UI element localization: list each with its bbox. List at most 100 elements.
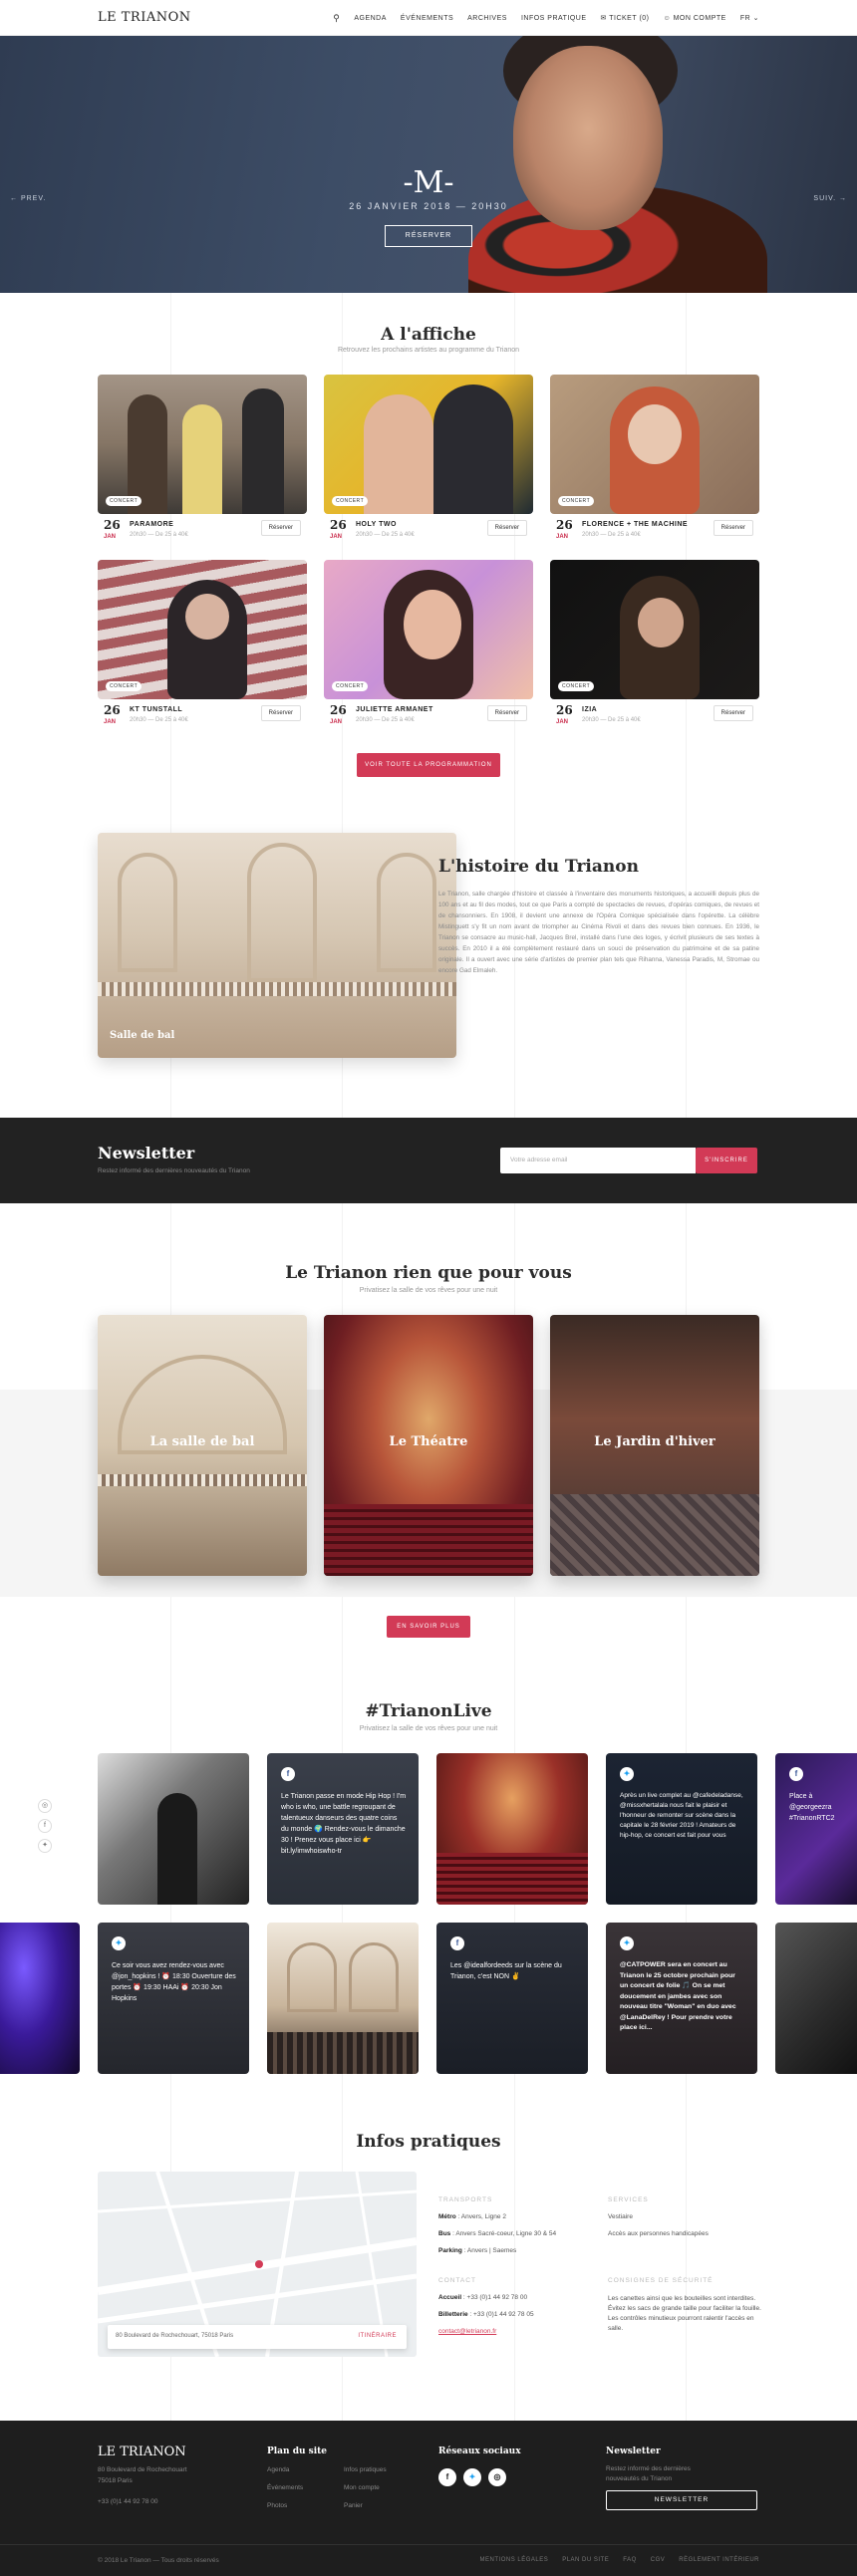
twitter-icon[interactable]: ✦ xyxy=(38,1839,52,1853)
event-meta: 20h30 — De 25 à 40€ xyxy=(130,532,188,538)
event-name[interactable]: FLORENCE + THE MACHINE xyxy=(582,521,688,528)
newsletter-email-input[interactable]: Votre adresse email xyxy=(500,1148,696,1173)
book-button[interactable]: Réserver xyxy=(713,705,753,721)
live-photo-tile[interactable] xyxy=(267,1923,419,2074)
event-month: JAN xyxy=(556,534,569,540)
parking-value: : Anvers | Saemes xyxy=(461,2247,517,2254)
book-button[interactable]: Réserver xyxy=(713,520,753,536)
rooms-more-button[interactable]: EN SAVOIR PLUS xyxy=(387,1616,470,1638)
room-card-jardin-hiver[interactable]: Le Jardin d'hiver xyxy=(550,1315,759,1576)
event-name[interactable]: KT TUNSTALL xyxy=(130,706,182,713)
room-label: La salle de bal xyxy=(149,1434,255,1449)
ticket-link[interactable]: ✉ TICKET (0) xyxy=(601,14,650,22)
footer-social-heading: Réseaux sociaux xyxy=(438,2447,521,2456)
view-program-button[interactable]: VOIR TOUTE LA PROGRAMMATION xyxy=(357,753,500,777)
legal-link[interactable]: MENTIONS LÉGALES xyxy=(480,2557,549,2563)
footer-link[interactable]: Mon compte xyxy=(344,2484,380,2491)
contact-email-link[interactable]: contact@letrianon.fr xyxy=(438,2328,496,2335)
event-card-image[interactable]: CONCERT xyxy=(324,375,533,514)
event-name[interactable]: JULIETTE ARMANET xyxy=(356,706,433,713)
live-photo-tile[interactable] xyxy=(775,1923,857,2074)
instagram-icon[interactable]: ◎ xyxy=(38,1799,52,1813)
event-card-image[interactable]: CONCERT xyxy=(324,560,533,699)
footer-link[interactable]: Infos pratiques xyxy=(344,2466,387,2473)
live-post-text: Place à @georgeezra #TrianonRTC2 xyxy=(789,1793,835,1822)
search-icon[interactable]: ⚲ xyxy=(333,13,340,24)
room-label: Le Théatre xyxy=(389,1434,468,1449)
live-photo-tile[interactable] xyxy=(436,1753,588,1905)
live-photo-tile[interactable] xyxy=(0,1923,80,2074)
event-info: 26 JAN PARAMORE 20h30 — De 25 à 40€ Rése… xyxy=(98,518,307,546)
site-logo[interactable]: LE TRIANON xyxy=(98,10,191,25)
live-post-tile[interactable]: ✦ Ce soir vous avez rendez-vous avec @jo… xyxy=(98,1923,249,2074)
footer-link[interactable]: Agenda xyxy=(267,2466,289,2473)
facebook-icon[interactable]: f xyxy=(438,2468,456,2486)
twitter-icon[interactable]: ✦ xyxy=(463,2468,481,2486)
legal-link[interactable]: PLAN DU SITE xyxy=(562,2557,609,2563)
event-name[interactable]: IZIA xyxy=(582,706,597,713)
map-pin-icon[interactable] xyxy=(255,2260,263,2268)
event-info: 26 JAN IZIA 20h30 — De 25 à 40€ Réserver xyxy=(550,703,759,731)
history-image: Salle de bal xyxy=(98,833,456,1058)
event-card-image[interactable]: CONCERT xyxy=(550,375,759,514)
legal-links: MENTIONS LÉGALES PLAN DU SITE FAQ CGV RÈ… xyxy=(480,2557,759,2563)
account-link[interactable]: ☺ MON COMPTE xyxy=(664,15,726,22)
facebook-icon[interactable]: f xyxy=(38,1819,52,1833)
securite-heading: CONSIGNES DE SÉCURITÉ xyxy=(608,2277,714,2284)
footer-bottom-bar: © 2018 Le Trianon — Tous droits réservés… xyxy=(0,2544,857,2576)
footer-address2: 75018 Paris xyxy=(98,2477,133,2484)
footer-link[interactable]: Événements xyxy=(267,2484,303,2491)
legal-link[interactable]: CGV xyxy=(651,2557,666,2563)
room-card-salle-de-bal[interactable]: La salle de bal xyxy=(98,1315,307,1576)
live-photo-tile[interactable] xyxy=(98,1753,249,1905)
book-button[interactable]: Réserver xyxy=(486,705,527,721)
legal-link[interactable]: FAQ xyxy=(623,2557,637,2563)
event-info: 26 JAN KT TUNSTALL 20h30 — De 25 à 40€ R… xyxy=(98,703,307,731)
accueil-line: Accueil : +33 (0)1 44 92 78 00 xyxy=(438,2294,527,2301)
securite-text: Les canettes ainsi que les bouteilles so… xyxy=(608,2295,761,2332)
live-post-tile[interactable]: ✦ Après un live complet au @cafedeladans… xyxy=(606,1753,757,1905)
nav-infos[interactable]: INFOS PRATIQUE xyxy=(521,15,587,22)
event-card-image[interactable]: CONCERT xyxy=(98,560,307,699)
event-name[interactable]: HOLY TWO xyxy=(356,521,397,528)
live-post-tile[interactable]: f Les @idealfordeeds sur la scène du Tri… xyxy=(436,1923,588,2074)
nav-archives[interactable]: ARCHIVES xyxy=(467,15,507,22)
live-post-tile[interactable]: f Place à @georgeezra #TrianonRTC2 xyxy=(775,1753,857,1905)
event-name[interactable]: PARAMORE xyxy=(130,521,173,528)
room-label: Le Jardin d'hiver xyxy=(594,1434,715,1449)
footer-logo[interactable]: LE TRIANON xyxy=(98,2445,186,2459)
footer-newsletter-button[interactable]: NEWSLETTER xyxy=(606,2490,757,2510)
legal-link[interactable]: RÈGLEMENT INTÉRIEUR xyxy=(679,2557,759,2563)
hero-book-button[interactable]: RÉSERVER xyxy=(385,225,472,247)
live-post-tile[interactable]: f Le Trianon passe en mode Hip Hop ! I'm… xyxy=(267,1753,419,1905)
event-month: JAN xyxy=(556,719,569,725)
event-day: 26 xyxy=(330,703,347,717)
room-card-theatre[interactable]: Le Théatre xyxy=(324,1315,533,1576)
nav-agenda[interactable]: AGENDA xyxy=(354,15,387,22)
history-text: Le Trianon, salle chargée d'histoire et … xyxy=(438,891,759,974)
chevron-down-icon: ⌄ xyxy=(752,15,759,22)
event-meta: 20h30 — De 25 à 40€ xyxy=(356,717,415,723)
ticket-label: TICKET (0) xyxy=(609,15,650,22)
itinerary-link[interactable]: ITINÉRAIRE xyxy=(358,2333,397,2339)
live-post-tile[interactable]: ✦ @CATPOWER sera en concert au Trianon l… xyxy=(606,1923,757,2074)
book-button[interactable]: Réserver xyxy=(486,520,527,536)
book-button[interactable]: Réserver xyxy=(260,520,301,536)
nav-evenements[interactable]: ÉVÉNEMENTS xyxy=(401,15,453,22)
event-tag: CONCERT xyxy=(332,681,369,691)
event-card-image[interactable]: CONCERT xyxy=(98,375,307,514)
accueil-label: Accueil xyxy=(438,2294,462,2301)
language-select[interactable]: FR ⌄ xyxy=(740,14,759,22)
footer-link[interactable]: Photos xyxy=(267,2502,287,2509)
transports-heading: TRANSPORTS xyxy=(438,2196,493,2203)
instagram-icon[interactable]: ◎ xyxy=(488,2468,506,2486)
book-button[interactable]: Réserver xyxy=(260,705,301,721)
event-card-image[interactable]: CONCERT xyxy=(550,560,759,699)
twitter-icon: ✦ xyxy=(112,1936,126,1950)
footer-link[interactable]: Panier xyxy=(344,2502,363,2509)
newsletter-title: Newsletter xyxy=(98,1144,195,1162)
map[interactable]: 80 Boulevard de Rochechouart, 75018 Pari… xyxy=(98,2172,417,2357)
metro-value: : Anvers, Ligne 2 xyxy=(455,2213,506,2220)
newsletter-submit-button[interactable]: S'INSCRIRE xyxy=(696,1148,757,1173)
metro-line: Métro : Anvers, Ligne 2 xyxy=(438,2213,506,2220)
